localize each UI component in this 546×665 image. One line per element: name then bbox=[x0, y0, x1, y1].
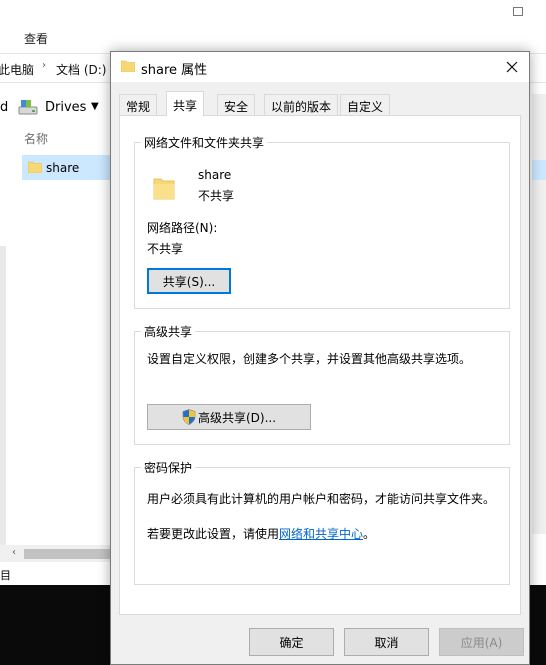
chevron-down-icon[interactable]: ▼ bbox=[91, 101, 99, 112]
nav-item-drives[interactable]: Drives bbox=[45, 100, 86, 115]
network-path-value: 不共享 bbox=[147, 242, 184, 256]
advanced-sharing-description: 设置自定义权限，创建多个共享，并设置其他高级共享选项。 bbox=[147, 352, 472, 366]
scrollbar-thumb[interactable] bbox=[24, 549, 110, 559]
share-button[interactable]: 共享(S)... bbox=[147, 268, 231, 294]
uac-shield-icon bbox=[182, 409, 196, 425]
group-advanced-sharing: 高级共享 设置自定义权限，创建多个共享，并设置其他高级共享选项。 高级共享(D)… bbox=[134, 323, 510, 445]
tab-previous-versions[interactable]: 以前的版本 bbox=[264, 94, 339, 116]
apply-button[interactable]: 应用(A) bbox=[439, 628, 524, 656]
close-icon bbox=[506, 61, 518, 73]
group-password-protection: 密码保护 用户必须具有此计算机的用户帐户和密码，才能访问共享文件夹。 若要更改此… bbox=[134, 459, 510, 585]
ribbon-tab-view[interactable]: 查看 bbox=[24, 30, 48, 47]
cancel-button[interactable]: 取消 bbox=[344, 628, 429, 656]
folder-name: share bbox=[198, 168, 232, 182]
properties-dialog: share 属性 常规 共享 安全 以前的版本 自定义 网络文件和文件夹共享 s… bbox=[110, 51, 530, 665]
folder-icon bbox=[28, 161, 42, 173]
chevron-right-icon: › bbox=[42, 60, 46, 71]
hint-prefix: 若要更改此设置，请使用 bbox=[147, 527, 280, 541]
tab-security[interactable]: 安全 bbox=[217, 94, 256, 116]
drive-icon bbox=[18, 100, 38, 115]
folder-icon bbox=[153, 178, 175, 200]
nav-item-fragment[interactable]: d bbox=[0, 100, 8, 115]
group-title: 网络文件和文件夹共享 bbox=[141, 134, 268, 151]
scrollbar[interactable] bbox=[0, 246, 6, 546]
scroll-left-icon[interactable]: ‹ bbox=[12, 547, 16, 558]
advanced-sharing-button[interactable]: 高级共享(D)... bbox=[147, 404, 311, 430]
password-protection-text: 用户必须具有此计算机的用户帐户和密码，才能访问共享文件夹。 bbox=[147, 492, 496, 506]
group-title: 密码保护 bbox=[141, 459, 196, 476]
maximize-icon[interactable] bbox=[513, 7, 523, 16]
hint-suffix: 。 bbox=[363, 527, 376, 541]
tab-customize[interactable]: 自定义 bbox=[340, 94, 391, 116]
password-protection-hint: 若要更改此设置，请使用网络和共享中心。 bbox=[147, 525, 375, 542]
selection-strip bbox=[532, 160, 546, 180]
ok-button[interactable]: 确定 bbox=[249, 628, 334, 656]
tab-strip: 常规 共享 安全 以前的版本 自定义 bbox=[119, 91, 523, 117]
tab-sharing[interactable]: 共享 bbox=[166, 91, 205, 117]
share-status: 不共享 bbox=[198, 189, 235, 203]
network-sharing-center-link[interactable]: 网络和共享中心 bbox=[279, 527, 363, 541]
tab-panel-sharing: 网络文件和文件夹共享 share 不共享 网络路径(N): 不共享 共享(S).… bbox=[119, 115, 521, 615]
group-network-sharing: 网络文件和文件夹共享 share 不共享 网络路径(N): 不共享 共享(S).… bbox=[134, 134, 510, 309]
close-button[interactable] bbox=[495, 52, 529, 82]
group-title: 高级共享 bbox=[141, 323, 196, 340]
folder-icon bbox=[121, 60, 135, 72]
network-path-label: 网络路径(N): bbox=[147, 221, 218, 235]
dialog-title: share 属性 bbox=[141, 63, 208, 78]
column-header-name[interactable]: 名称 bbox=[24, 130, 48, 147]
status-bar-text: 目 bbox=[0, 569, 11, 582]
dialog-titlebar[interactable]: share 属性 bbox=[111, 52, 529, 82]
breadcrumb-drive-d[interactable]: 文档 (D:) bbox=[56, 61, 106, 78]
advanced-sharing-button-label: 高级共享(D)... bbox=[197, 410, 277, 425]
tab-general[interactable]: 常规 bbox=[119, 94, 158, 116]
list-item-label: share bbox=[46, 161, 80, 175]
breadcrumb-this-pc[interactable]: 此电脑 bbox=[0, 61, 34, 78]
